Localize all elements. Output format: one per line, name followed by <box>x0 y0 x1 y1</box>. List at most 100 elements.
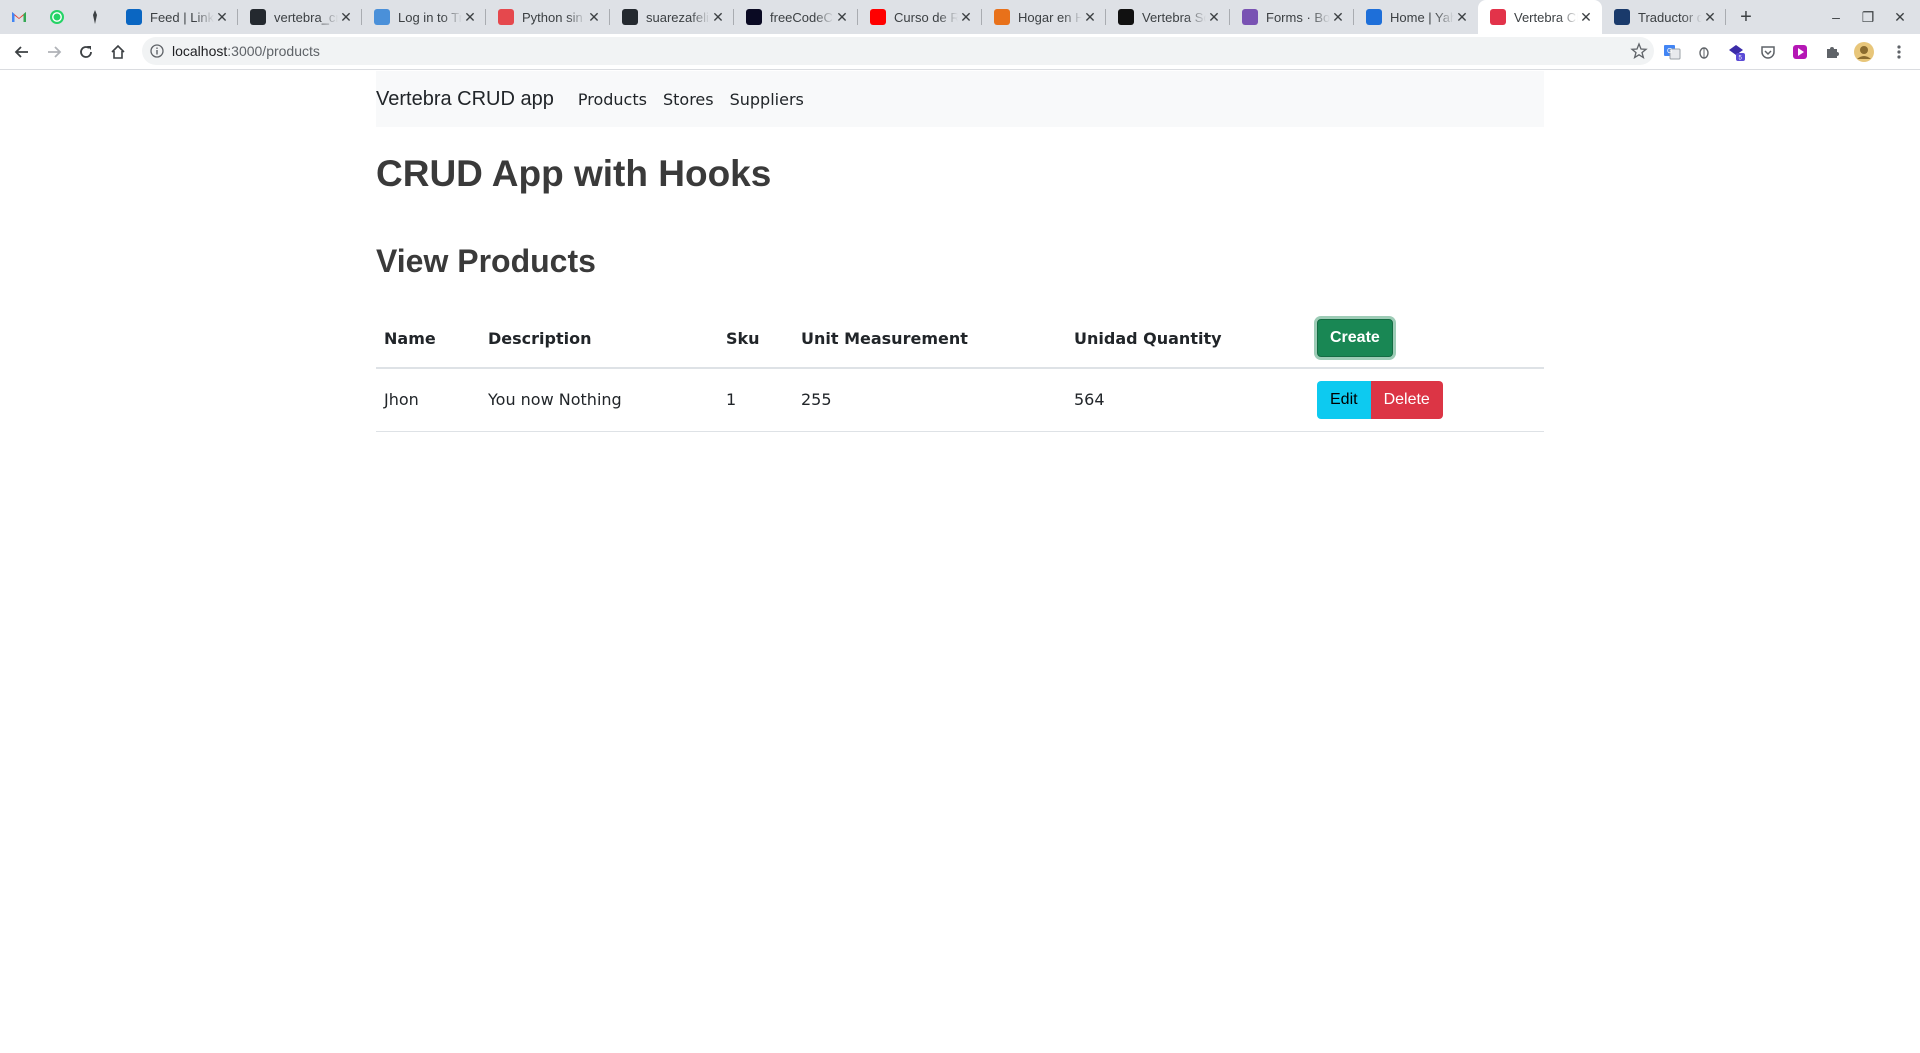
browser-tab[interactable]: Vertebra CRUD✕ <box>1478 0 1602 34</box>
pocket-icon[interactable] <box>1757 42 1779 62</box>
trello-icon <box>374 9 390 25</box>
tab-title: Hogar en Holanda <box>1018 9 1082 25</box>
address-bar[interactable]: localhost:3000/products <box>142 37 1654 65</box>
cell-unit-measurement: 255 <box>793 368 1066 432</box>
restore-button[interactable]: ❐ <box>1852 0 1884 34</box>
svg-text:G: G <box>1667 48 1672 55</box>
close-tab-icon[interactable]: ✕ <box>1082 9 1098 25</box>
browser-tab[interactable]: suarezafelipe✕ <box>610 0 734 34</box>
pinned-tab-whatsapp[interactable] <box>38 0 76 34</box>
close-window-button[interactable]: ✕ <box>1884 0 1916 34</box>
media-icon[interactable] <box>1789 42 1811 62</box>
close-tab-icon[interactable]: ✕ <box>1330 9 1346 25</box>
column-header-sku: Sku <box>718 309 793 369</box>
menu-dots-icon[interactable] <box>1888 42 1910 62</box>
forward-arrow-icon <box>48 45 62 58</box>
page-viewport: Vertebra CRUD app Products Stores Suppli… <box>0 71 1920 1053</box>
browser-toolbar: localhost:3000/products <box>0 34 1920 70</box>
bookmark-icon <box>93 10 97 24</box>
browser-tab[interactable]: Hogar en Holanda✕ <box>982 0 1106 34</box>
browser-tab[interactable]: Home | Yahoo✕ <box>1354 0 1478 34</box>
close-tab-icon[interactable]: ✕ <box>1578 9 1594 25</box>
close-tab-icon[interactable]: ✕ <box>1206 9 1222 25</box>
tab-title: Curso de React <box>894 9 958 25</box>
nav-link-suppliers[interactable]: Suppliers <box>730 90 804 109</box>
vertebra-t-icon <box>1490 9 1506 25</box>
home-button[interactable] <box>102 36 134 68</box>
minimize-button[interactable]: – <box>1820 0 1852 34</box>
puzzle-icon[interactable] <box>1821 42 1843 62</box>
pinned-tab-bookmark[interactable] <box>76 0 114 34</box>
home-icon <box>1366 9 1382 25</box>
close-tab-icon[interactable]: ✕ <box>214 9 230 25</box>
extension-badge-icon[interactable]: 5 <box>1725 42 1747 62</box>
bug-icon[interactable] <box>1693 42 1715 62</box>
linkedin-icon <box>126 9 142 25</box>
close-tab-icon[interactable]: ✕ <box>834 9 850 25</box>
tab-title: Vertebra CRUD <box>1514 9 1578 25</box>
reload-button[interactable] <box>70 36 102 68</box>
freecodecamp-icon <box>746 9 762 25</box>
browser-tab[interactable]: Log in to Trello✕ <box>362 0 486 34</box>
table-header-row: Name Description Sku Unit Measurement Un… <box>376 309 1544 369</box>
back-arrow-icon <box>14 45 28 58</box>
back-button[interactable] <box>6 36 38 68</box>
translate-icon <box>1614 9 1630 25</box>
create-button[interactable]: Create <box>1317 319 1393 357</box>
edit-button[interactable]: Edit <box>1317 380 1371 419</box>
browser-tab[interactable]: freeCodeCamp✕ <box>734 0 858 34</box>
close-tab-icon[interactable]: ✕ <box>586 9 602 25</box>
reload-icon <box>80 45 92 58</box>
bookmark-star-icon[interactable] <box>1630 42 1648 60</box>
nav-link-products[interactable]: Products <box>578 90 647 109</box>
close-tab-icon[interactable]: ✕ <box>1454 9 1470 25</box>
new-tab-button[interactable]: + <box>1726 0 1766 34</box>
bootstrap-icon <box>1242 9 1258 25</box>
navbar-brand[interactable]: Vertebra CRUD app <box>376 88 554 111</box>
python-icon <box>498 9 514 25</box>
column-header-unidad-quantity: Unidad Quantity <box>1066 309 1309 369</box>
page-title: CRUD App with Hooks <box>376 153 772 194</box>
hogar-icon <box>994 9 1010 25</box>
cell-unidad-quantity: 564 <box>1066 368 1309 432</box>
youtube-icon <box>870 9 886 25</box>
tab-title: freeCodeCamp <box>770 9 834 25</box>
browser-tab[interactable]: Curso de React✕ <box>858 0 982 34</box>
browser-tab[interactable]: Feed | LinkedIn✕ <box>114 0 238 34</box>
browser-tab[interactable]: Python sin fronteras✕ <box>486 0 610 34</box>
browser-tab[interactable]: vertebra_crud✕ <box>238 0 362 34</box>
profile-avatar-icon[interactable] <box>1853 42 1875 62</box>
products-table: Name Description Sku Unit Measurement Un… <box>376 309 1544 432</box>
whatsapp-icon <box>50 10 64 24</box>
close-tab-icon[interactable]: ✕ <box>462 9 478 25</box>
close-tab-icon[interactable]: ✕ <box>710 9 726 25</box>
url-host: localhost <box>172 43 228 59</box>
nav-link-stores[interactable]: Stores <box>663 90 714 109</box>
browser-tab[interactable]: Vertebra Software✕ <box>1106 0 1230 34</box>
pinned-tab-gmail[interactable] <box>0 0 38 34</box>
close-tab-icon[interactable]: ✕ <box>338 9 354 25</box>
app-navbar: Vertebra CRUD app Products Stores Suppli… <box>376 71 1544 127</box>
github-icon <box>250 9 266 25</box>
github-icon <box>622 9 638 25</box>
delete-button[interactable]: Delete <box>1370 380 1443 419</box>
close-tab-icon[interactable]: ✕ <box>1702 9 1718 25</box>
tab-strip: Feed | LinkedIn✕vertebra_crud✕Log in to … <box>0 0 1920 34</box>
tab-title: Log in to Trello <box>398 9 462 25</box>
close-tab-icon[interactable]: ✕ <box>958 9 974 25</box>
tab-title: Python sin fronteras <box>522 9 586 25</box>
cell-name: Jhon <box>376 368 480 432</box>
tab-title: Home | Yahoo <box>1390 9 1454 25</box>
browser-tab[interactable]: Traductor de Google✕ <box>1602 0 1726 34</box>
tab-title: Traductor de Google <box>1638 9 1702 25</box>
vertebra-icon <box>1118 9 1134 25</box>
tab-title: Vertebra Software <box>1142 9 1206 25</box>
site-info-button[interactable] <box>142 44 172 58</box>
gmail-icon <box>12 12 26 22</box>
forward-button[interactable] <box>38 36 70 68</box>
info-icon <box>150 44 164 58</box>
google-translate-icon[interactable]: G <box>1661 42 1683 62</box>
section-title: View Products <box>376 243 596 279</box>
tab-title: suarezafelipe <box>646 9 710 25</box>
browser-tab[interactable]: Forms · Bootstrap✕ <box>1230 0 1354 34</box>
